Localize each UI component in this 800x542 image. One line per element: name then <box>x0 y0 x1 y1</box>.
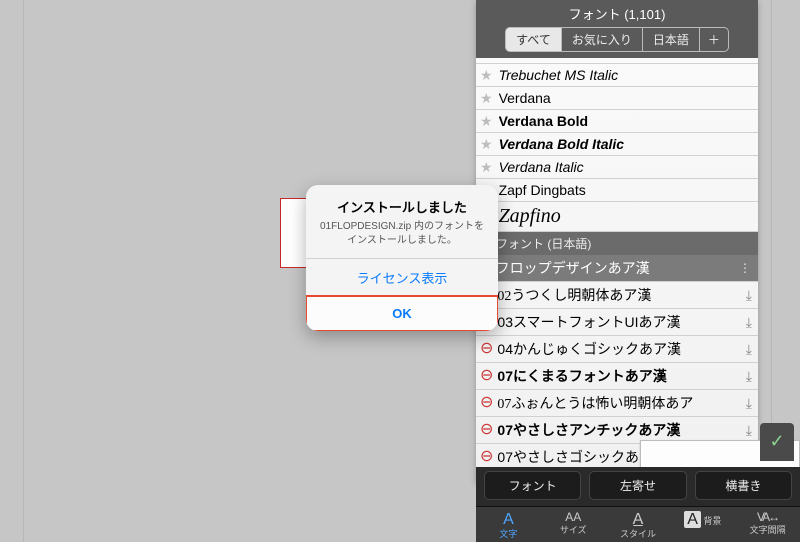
font-row[interactable]: ★ Verdana Bold <box>476 110 758 133</box>
font-row[interactable]: ★ Trebuchet MS Italic <box>476 64 758 87</box>
add-font-button[interactable]: ＋ <box>699 27 729 52</box>
download-icon[interactable]: ⤓ <box>746 423 752 437</box>
font-name: 03スマートフォントUIあア漢 <box>497 312 745 332</box>
tab-favorites[interactable]: お気に入り <box>561 27 643 52</box>
tab-label: 文字 <box>499 529 517 539</box>
font-name: 07やさしさアンチックあア漢 <box>497 420 745 440</box>
font-name: 02うつくし明朝体あア漢 <box>497 285 745 305</box>
background-icon: A <box>684 511 701 529</box>
kerning-icon: VA↔ <box>735 511 800 524</box>
ok-button[interactable]: OK <box>306 295 498 331</box>
tab-all[interactable]: すべて <box>505 27 562 52</box>
font-row[interactable]: ⊖ 07にくまるフォントあア漢 ⤓ <box>476 363 758 390</box>
font-panel-header: フォント (1,101) すべて お気に入り 日本語 ＋ <box>476 0 758 58</box>
size-icon: AA <box>541 511 606 524</box>
font-name: Verdana Italic <box>499 159 752 175</box>
font-name: Zapfino <box>499 205 752 228</box>
download-icon[interactable]: ⤓ <box>746 369 752 383</box>
license-button[interactable]: ライセンス表示 <box>306 258 498 296</box>
chip-font[interactable]: フォント <box>484 471 581 500</box>
tab-japanese[interactable]: 日本語 <box>642 27 700 52</box>
more-icon[interactable]: ⋮ <box>739 262 752 274</box>
dialog-message: 01FLOPDESIGN.zip 内のフォントをインストールしました。 <box>318 220 486 248</box>
favorite-star-icon[interactable]: ★ <box>480 160 493 174</box>
style-icon: A̲ <box>606 511 671 529</box>
font-panel-title: フォント (1,101) <box>482 4 752 23</box>
text-icon: A <box>476 511 541 529</box>
format-tabs: A 文字 AA サイズ A̲ スタイル A 背景 VA↔ 文字間隔 <box>476 506 800 542</box>
font-name: Verdana <box>499 90 752 106</box>
font-name: 04かんじゅくゴシックあア漢 <box>497 339 745 359</box>
tab-label: 文字間隔 <box>750 525 786 535</box>
font-name: 07ふぉんとうは怖い明朝体あア <box>497 393 745 413</box>
tab-moji[interactable]: A 文字 <box>476 511 541 540</box>
font-section-added: 加フォント (日本語) <box>476 232 758 255</box>
delete-icon[interactable]: ⊖ <box>480 395 493 411</box>
font-name: Zapf Dingbats <box>499 182 752 198</box>
tab-label: スタイル <box>620 529 656 539</box>
font-row[interactable]: 01フロップデザインあア漢 ⋮ <box>476 255 758 282</box>
font-row[interactable]: ★ Verdana Italic <box>476 156 758 179</box>
tab-label: 背景 <box>703 516 721 526</box>
delete-icon[interactable]: ⊖ <box>480 422 493 438</box>
font-panel: フォント (1,101) すべて お気に入り 日本語 ＋ ★ Trebuchet… <box>476 0 758 482</box>
font-name: Trebuchet MS Italic <box>499 67 752 83</box>
tab-style[interactable]: A̲ スタイル <box>606 511 671 540</box>
dialog-title: インストールしました <box>318 197 486 216</box>
download-icon[interactable]: ⤓ <box>746 315 752 329</box>
favorite-star-icon[interactable]: ★ <box>480 137 493 151</box>
download-icon[interactable]: ⤓ <box>746 288 752 302</box>
font-row[interactable]: ★ Zapf Dingbats <box>476 179 758 202</box>
install-complete-dialog: インストールしました 01FLOPDESIGN.zip 内のフォントをインストー… <box>306 185 498 331</box>
favorite-star-icon[interactable]: ★ <box>480 68 493 82</box>
font-row[interactable]: ★ Verdana Bold Italic <box>476 133 758 156</box>
tab-background[interactable]: A 背景 <box>670 511 735 540</box>
confirm-button[interactable]: ✓ <box>760 423 794 461</box>
tab-label: サイズ <box>560 525 587 535</box>
dialog-body: インストールしました 01FLOPDESIGN.zip 内のフォントをインストー… <box>306 185 498 258</box>
delete-icon[interactable]: ⊖ <box>480 341 493 357</box>
text-format-bar: ✓ フォント 左寄せ 横書き A 文字 AA サイズ A̲ スタイル A 背景 … <box>476 467 800 542</box>
download-icon[interactable]: ⤓ <box>746 396 752 410</box>
chip-align[interactable]: 左寄せ <box>589 471 686 500</box>
tab-kerning[interactable]: VA↔ 文字間隔 <box>735 511 800 540</box>
font-row[interactable]: ⊖ 03スマートフォントUIあア漢 ⤓ <box>476 309 758 336</box>
font-name: Verdana Bold <box>499 113 752 129</box>
favorite-star-icon[interactable]: ★ <box>480 114 493 128</box>
font-row[interactable]: ⊖ 04かんじゅくゴシックあア漢 ⤓ <box>476 336 758 363</box>
delete-icon[interactable]: ⊖ <box>480 449 493 465</box>
chip-direction[interactable]: 横書き <box>695 471 792 500</box>
check-icon: ✓ <box>769 431 784 452</box>
font-name: 07にくまるフォントあア漢 <box>497 366 745 386</box>
font-name: 01フロップデザインあア漢 <box>480 258 739 278</box>
font-row[interactable]: ★ Verdana <box>476 87 758 110</box>
font-filter-tabs: すべて お気に入り 日本語 ＋ <box>482 27 752 52</box>
font-name: Verdana Bold Italic <box>499 136 752 152</box>
delete-icon[interactable]: ⊖ <box>480 368 493 384</box>
font-row[interactable]: ⊖ 02うつくし明朝体あア漢 ⤓ <box>476 282 758 309</box>
download-icon[interactable]: ⤓ <box>746 342 752 356</box>
format-chips: フォント 左寄せ 横書き <box>476 471 800 506</box>
font-list[interactable]: ★ Trebuchet MS Italic ★ Verdana ★ Verdan… <box>476 58 758 482</box>
favorite-star-icon[interactable]: ★ <box>480 91 493 105</box>
font-row[interactable]: ★ Zapfino <box>476 202 758 232</box>
tab-size[interactable]: AA サイズ <box>541 511 606 540</box>
font-row[interactable]: ⊖ 07ふぉんとうは怖い明朝体あア ⤓ <box>476 390 758 417</box>
